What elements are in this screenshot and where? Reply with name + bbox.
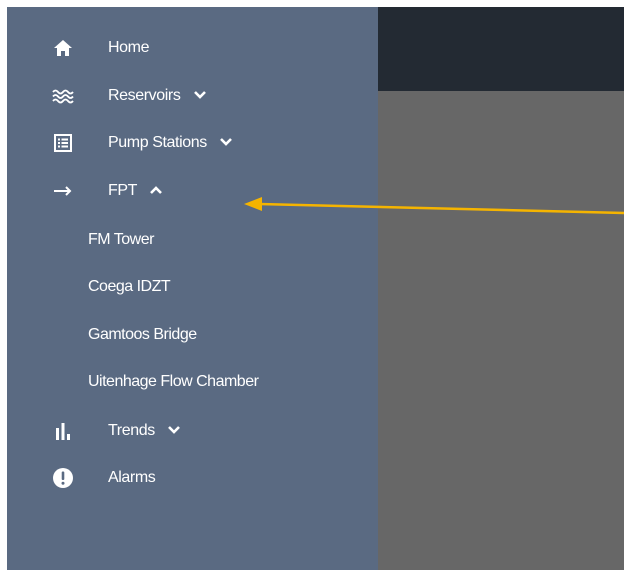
sidebar-item-label: Reservoirs [108,87,181,105]
chevron-down-icon[interactable] [167,422,181,440]
sidebar-subitem-fm-tower[interactable]: FM Tower [7,222,378,258]
main-content [378,91,624,570]
sidebar-subitem-label: Uitenhage Flow Chamber [88,373,259,390]
sidebar-item-fpt[interactable]: FPT [7,171,378,211]
sidebar-item-reservoirs[interactable]: Reservoirs [7,76,378,116]
sidebar-subitem-gamtoos-bridge[interactable]: Gamtoos Bridge [7,317,378,353]
sidebar-subitem-label: Gamtoos Bridge [88,326,197,343]
sidebar-subitem-label: Coega IDZT [88,278,171,295]
sidebar-item-label: Home [108,39,150,56]
app-frame: Home Reservoirs Pump Stations FPT FM Tow… [7,7,624,570]
chevron-up-icon[interactable] [149,182,163,200]
chevron-down-icon[interactable] [219,134,233,152]
home-icon [51,36,75,60]
sidebar: Home Reservoirs Pump Stations FPT FM Tow… [7,7,378,570]
arrow-right-icon [51,179,75,203]
sidebar-subitem-coega-idzt[interactable]: Coega IDZT [7,269,378,305]
alert-icon [51,466,75,490]
sidebar-item-label: Alarms [108,469,156,486]
sidebar-item-alarms[interactable]: Alarms [7,458,378,498]
sidebar-item-label: FPT [108,182,137,200]
top-bar [378,7,624,91]
sidebar-item-home[interactable]: Home [7,28,378,68]
sidebar-item-pump-stations[interactable]: Pump Stations [7,123,378,163]
sidebar-subitem-label: FM Tower [88,231,154,248]
sidebar-item-label: Pump Stations [108,134,207,152]
bar-chart-icon [51,419,75,443]
sidebar-item-label: Trends [108,422,155,440]
waves-icon [51,84,75,108]
chevron-down-icon[interactable] [193,87,207,105]
sidebar-subitem-uitenhage-flow-chamber[interactable]: Uitenhage Flow Chamber [7,364,378,400]
list-icon [51,131,75,155]
sidebar-item-trends[interactable]: Trends [7,411,378,451]
